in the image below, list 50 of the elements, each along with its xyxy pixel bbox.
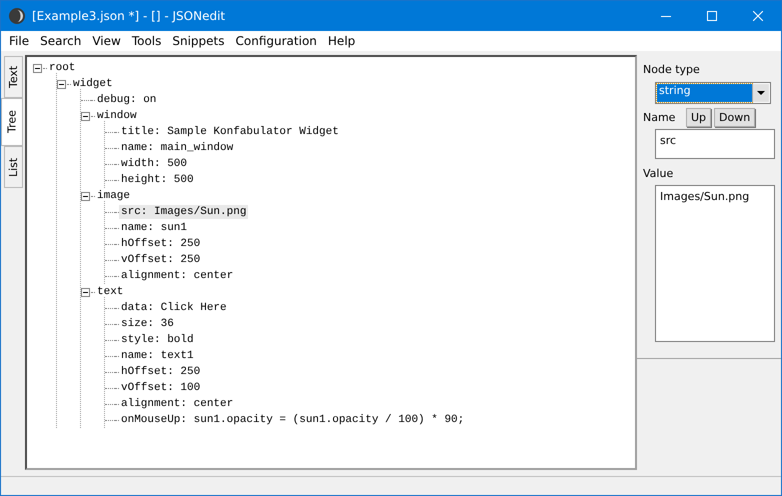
tree-node[interactable]: data: Click Here (119, 301, 229, 315)
value-field[interactable]: Images/Sun.png (655, 185, 775, 342)
collapse-icon[interactable] (33, 64, 42, 72)
menu-item[interactable]: Snippets (166, 34, 230, 48)
tree-node[interactable]: vOffset: 100 (119, 381, 202, 395)
tree-node[interactable]: image (95, 189, 132, 203)
value-label: Value (643, 167, 674, 180)
tree-node[interactable]: hOffset: 250 (119, 237, 202, 251)
menu-item[interactable]: Help (322, 34, 360, 48)
tree-node[interactable]: window (95, 109, 139, 123)
menu-item[interactable]: View (86, 34, 126, 48)
side-tab[interactable]: Text (4, 56, 23, 98)
window-title: [Example3.json *] - [] - JSONedit (32, 9, 226, 23)
tree-node[interactable]: src: Images/Sun.png (119, 205, 248, 219)
app-logo-icon (8, 7, 26, 25)
maximize-icon (707, 11, 717, 21)
close-icon (753, 11, 763, 21)
menu-item[interactable]: Search (34, 34, 86, 48)
tree-node[interactable]: size: 36 (119, 317, 176, 331)
tree-node[interactable]: text (95, 285, 126, 299)
menu-item[interactable]: Tools (126, 34, 166, 48)
tree-node[interactable]: width: 500 (119, 157, 190, 171)
tree-node[interactable]: height: 500 (119, 173, 196, 187)
side-tab[interactable]: Tree (1, 98, 23, 146)
collapse-icon[interactable] (57, 80, 66, 88)
node-type-dropdown[interactable]: string (655, 82, 771, 104)
tree-node[interactable]: hOffset: 250 (119, 365, 202, 379)
node-type-label: Node type (643, 63, 701, 76)
tree-node[interactable]: alignment: center (119, 269, 236, 283)
tree-node[interactable]: widget (71, 77, 115, 91)
move-button[interactable]: Up (686, 108, 712, 127)
tree-node[interactable]: name: text1 (119, 349, 196, 363)
tree-node[interactable]: onMouseUp: sun1.opacity = (sun1.opacity / 100) * 90; (119, 413, 466, 427)
collapse-icon[interactable] (81, 112, 90, 120)
tree-node[interactable]: name: main_window (119, 141, 236, 155)
tree-node[interactable]: alignment: center (119, 397, 236, 411)
tree-node[interactable]: title: Sample Konfabulator Widget (119, 125, 341, 139)
tree-node[interactable]: debug: on (95, 93, 158, 107)
move-button[interactable]: Down (714, 108, 756, 127)
menu-item[interactable]: Configuration (230, 34, 322, 48)
tree-node[interactable]: style: bold (119, 333, 196, 347)
name-field[interactable]: src (655, 129, 775, 159)
name-label: Name (643, 111, 676, 124)
tree-node[interactable]: name: sun1 (119, 221, 190, 235)
tree-node[interactable]: root (47, 61, 78, 75)
menu-item[interactable]: File (3, 34, 34, 48)
tree-node[interactable]: vOffset: 250 (119, 253, 202, 267)
collapse-icon[interactable] (81, 192, 90, 200)
side-tab[interactable]: List (4, 146, 23, 188)
collapse-icon[interactable] (81, 288, 90, 296)
